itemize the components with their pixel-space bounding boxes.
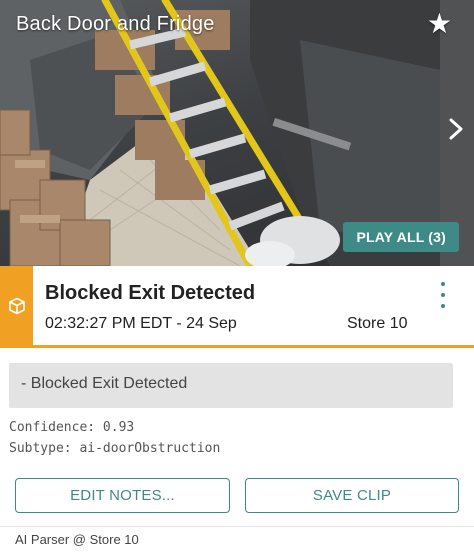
play-all-button[interactable]: PLAY ALL (3) <box>343 222 459 252</box>
event-notes: - Blocked Exit Detected <box>9 363 453 408</box>
event-header: Blocked Exit Detected 02:32:27 PM EDT - … <box>0 266 474 348</box>
cube-icon <box>8 297 25 314</box>
event-source-footer: AI Parser @ Store 10 <box>0 526 474 554</box>
subtype-text: Subtype: ai-doorObstruction <box>9 441 221 456</box>
event-store: Store 10 <box>347 315 408 332</box>
save-clip-button[interactable]: SAVE CLIP <box>245 478 459 513</box>
star-icon[interactable]: ★ <box>427 10 452 38</box>
event-timestamp: 02:32:27 PM EDT - 24 Sep <box>45 315 237 332</box>
confidence-text: Confidence: 0.93 <box>9 420 135 435</box>
camera-title: Back Door and Fridge <box>16 13 215 35</box>
event-title: Blocked Exit Detected <box>45 282 256 304</box>
event-type-indicator <box>0 266 33 345</box>
next-clip-button[interactable] <box>438 94 474 164</box>
camera-thumbnail[interactable]: Back Door and Fridge ★ PLAY ALL (3) <box>0 0 474 266</box>
more-vertical-icon[interactable] <box>436 282 450 308</box>
edit-notes-button[interactable]: EDIT NOTES... <box>15 478 230 513</box>
chevron-right-icon <box>449 118 463 140</box>
